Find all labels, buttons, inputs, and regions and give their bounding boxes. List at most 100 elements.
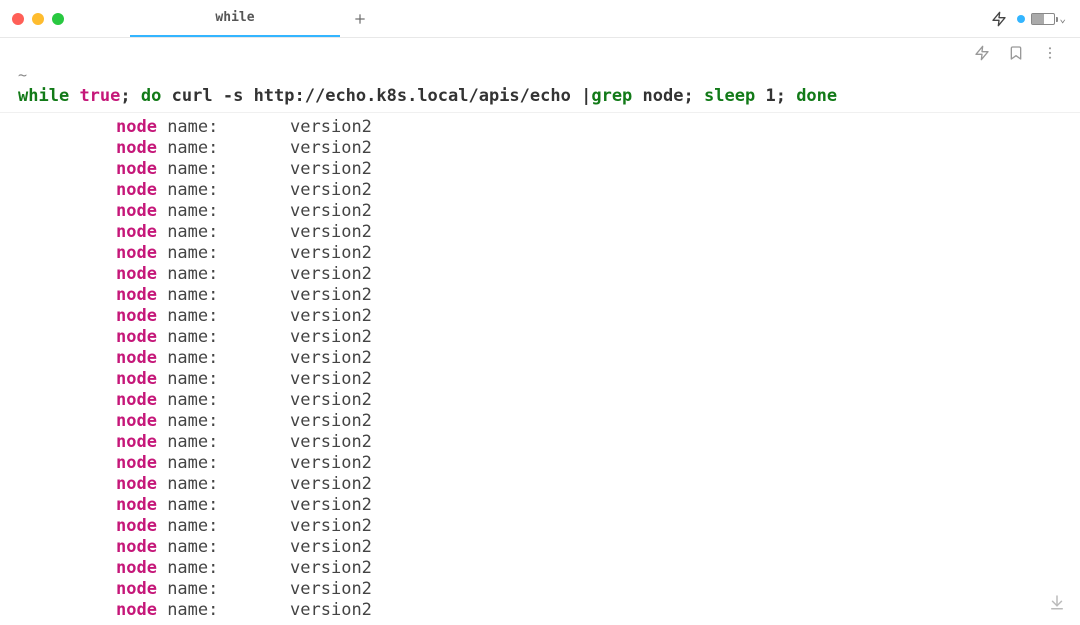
- version-value: version2: [290, 117, 372, 137]
- node-keyword: node: [116, 474, 157, 494]
- node-keyword: node: [116, 537, 157, 557]
- output-line: node name: version2: [0, 180, 1080, 201]
- battery-icon: [1031, 13, 1055, 25]
- output-line: node name: version2: [0, 327, 1080, 348]
- spacer: [218, 327, 290, 347]
- version-value: version2: [290, 495, 372, 515]
- bookmark-icon[interactable]: [1008, 45, 1024, 61]
- spacer: [218, 516, 290, 536]
- name-label: name:: [157, 138, 218, 158]
- node-keyword: node: [116, 369, 157, 389]
- output-line: node name: version2: [0, 306, 1080, 327]
- spacer: [218, 159, 290, 179]
- minimize-window-button[interactable]: [32, 13, 44, 25]
- node-keyword: node: [116, 600, 157, 620]
- node-keyword: node: [116, 558, 157, 578]
- output-line: node name: version2: [0, 222, 1080, 243]
- output-line: node name: version2: [0, 558, 1080, 579]
- name-label: name:: [157, 453, 218, 473]
- node-keyword: node: [116, 516, 157, 536]
- bolt-icon[interactable]: [991, 11, 1007, 27]
- spacer: [218, 537, 290, 557]
- name-label: name:: [157, 327, 218, 347]
- version-value: version2: [290, 390, 372, 410]
- tab-title: while: [215, 10, 254, 25]
- name-label: name:: [157, 369, 218, 389]
- spacer: [218, 285, 290, 305]
- plus-icon: [353, 12, 367, 26]
- version-value: version2: [290, 243, 372, 263]
- name-label: name:: [157, 306, 218, 326]
- spacer: [218, 117, 290, 137]
- spacer: [218, 411, 290, 431]
- node-keyword: node: [116, 264, 157, 284]
- spacer: [218, 369, 290, 389]
- sleep-arg: 1: [765, 86, 775, 106]
- cmd-curl: curl: [172, 86, 213, 106]
- version-value: version2: [290, 411, 372, 431]
- name-label: name:: [157, 159, 218, 179]
- node-keyword: node: [116, 243, 157, 263]
- name-label: name:: [157, 390, 218, 410]
- cmd-url: http://echo.k8s.local/apis/echo: [254, 86, 571, 106]
- version-value: version2: [290, 516, 372, 536]
- kw-do: do: [141, 86, 161, 106]
- more-icon[interactable]: [1042, 45, 1058, 61]
- name-label: name:: [157, 180, 218, 200]
- output-line: node name: version2: [0, 516, 1080, 537]
- cmd-grep: grep: [591, 86, 632, 106]
- action-row: [0, 38, 1080, 68]
- cmd-flag: -s: [223, 86, 243, 106]
- maximize-window-button[interactable]: [52, 13, 64, 25]
- name-label: name:: [157, 285, 218, 305]
- name-label: name:: [157, 117, 218, 137]
- version-value: version2: [290, 180, 372, 200]
- output-line: node name: version2: [0, 117, 1080, 138]
- output-line: node name: version2: [0, 579, 1080, 600]
- spacer: [218, 579, 290, 599]
- node-keyword: node: [116, 390, 157, 410]
- battery-indicator: ⌄: [1017, 12, 1066, 25]
- name-label: name:: [157, 411, 218, 431]
- version-value: version2: [290, 201, 372, 221]
- name-label: name:: [157, 558, 218, 578]
- spacer: [218, 495, 290, 515]
- scroll-to-bottom-button[interactable]: [1048, 593, 1066, 615]
- spacer: [218, 264, 290, 284]
- command-line: while true; do curl -s http://echo.k8s.l…: [0, 84, 1080, 113]
- title-bar: while ⌄: [0, 0, 1080, 38]
- output-line: node name: version2: [0, 243, 1080, 264]
- bolt-icon[interactable]: [974, 45, 990, 61]
- name-label: name:: [157, 579, 218, 599]
- node-keyword: node: [116, 222, 157, 242]
- output-line: node name: version2: [0, 474, 1080, 495]
- name-label: name:: [157, 495, 218, 515]
- status-dot: [1017, 15, 1025, 23]
- kw-true: true: [79, 86, 120, 106]
- name-label: name:: [157, 264, 218, 284]
- version-value: version2: [290, 537, 372, 557]
- node-keyword: node: [116, 432, 157, 452]
- kw-done: done: [796, 86, 837, 106]
- version-value: version2: [290, 306, 372, 326]
- spacer: [218, 390, 290, 410]
- tab-active[interactable]: while: [130, 0, 340, 37]
- output-line: node name: version2: [0, 411, 1080, 432]
- spacer: [218, 453, 290, 473]
- close-window-button[interactable]: [12, 13, 24, 25]
- version-value: version2: [290, 159, 372, 179]
- version-value: version2: [290, 348, 372, 368]
- name-label: name:: [157, 516, 218, 536]
- node-keyword: node: [116, 306, 157, 326]
- chevron-down-icon[interactable]: ⌄: [1059, 12, 1066, 25]
- output-line: node name: version2: [0, 453, 1080, 474]
- version-value: version2: [290, 327, 372, 347]
- node-keyword: node: [116, 411, 157, 431]
- spacer: [218, 432, 290, 452]
- output-line: node name: version2: [0, 201, 1080, 222]
- output-line: node name: version2: [0, 264, 1080, 285]
- add-tab-button[interactable]: [346, 12, 374, 26]
- version-value: version2: [290, 432, 372, 452]
- spacer: [218, 243, 290, 263]
- output-line: node name: version2: [0, 285, 1080, 306]
